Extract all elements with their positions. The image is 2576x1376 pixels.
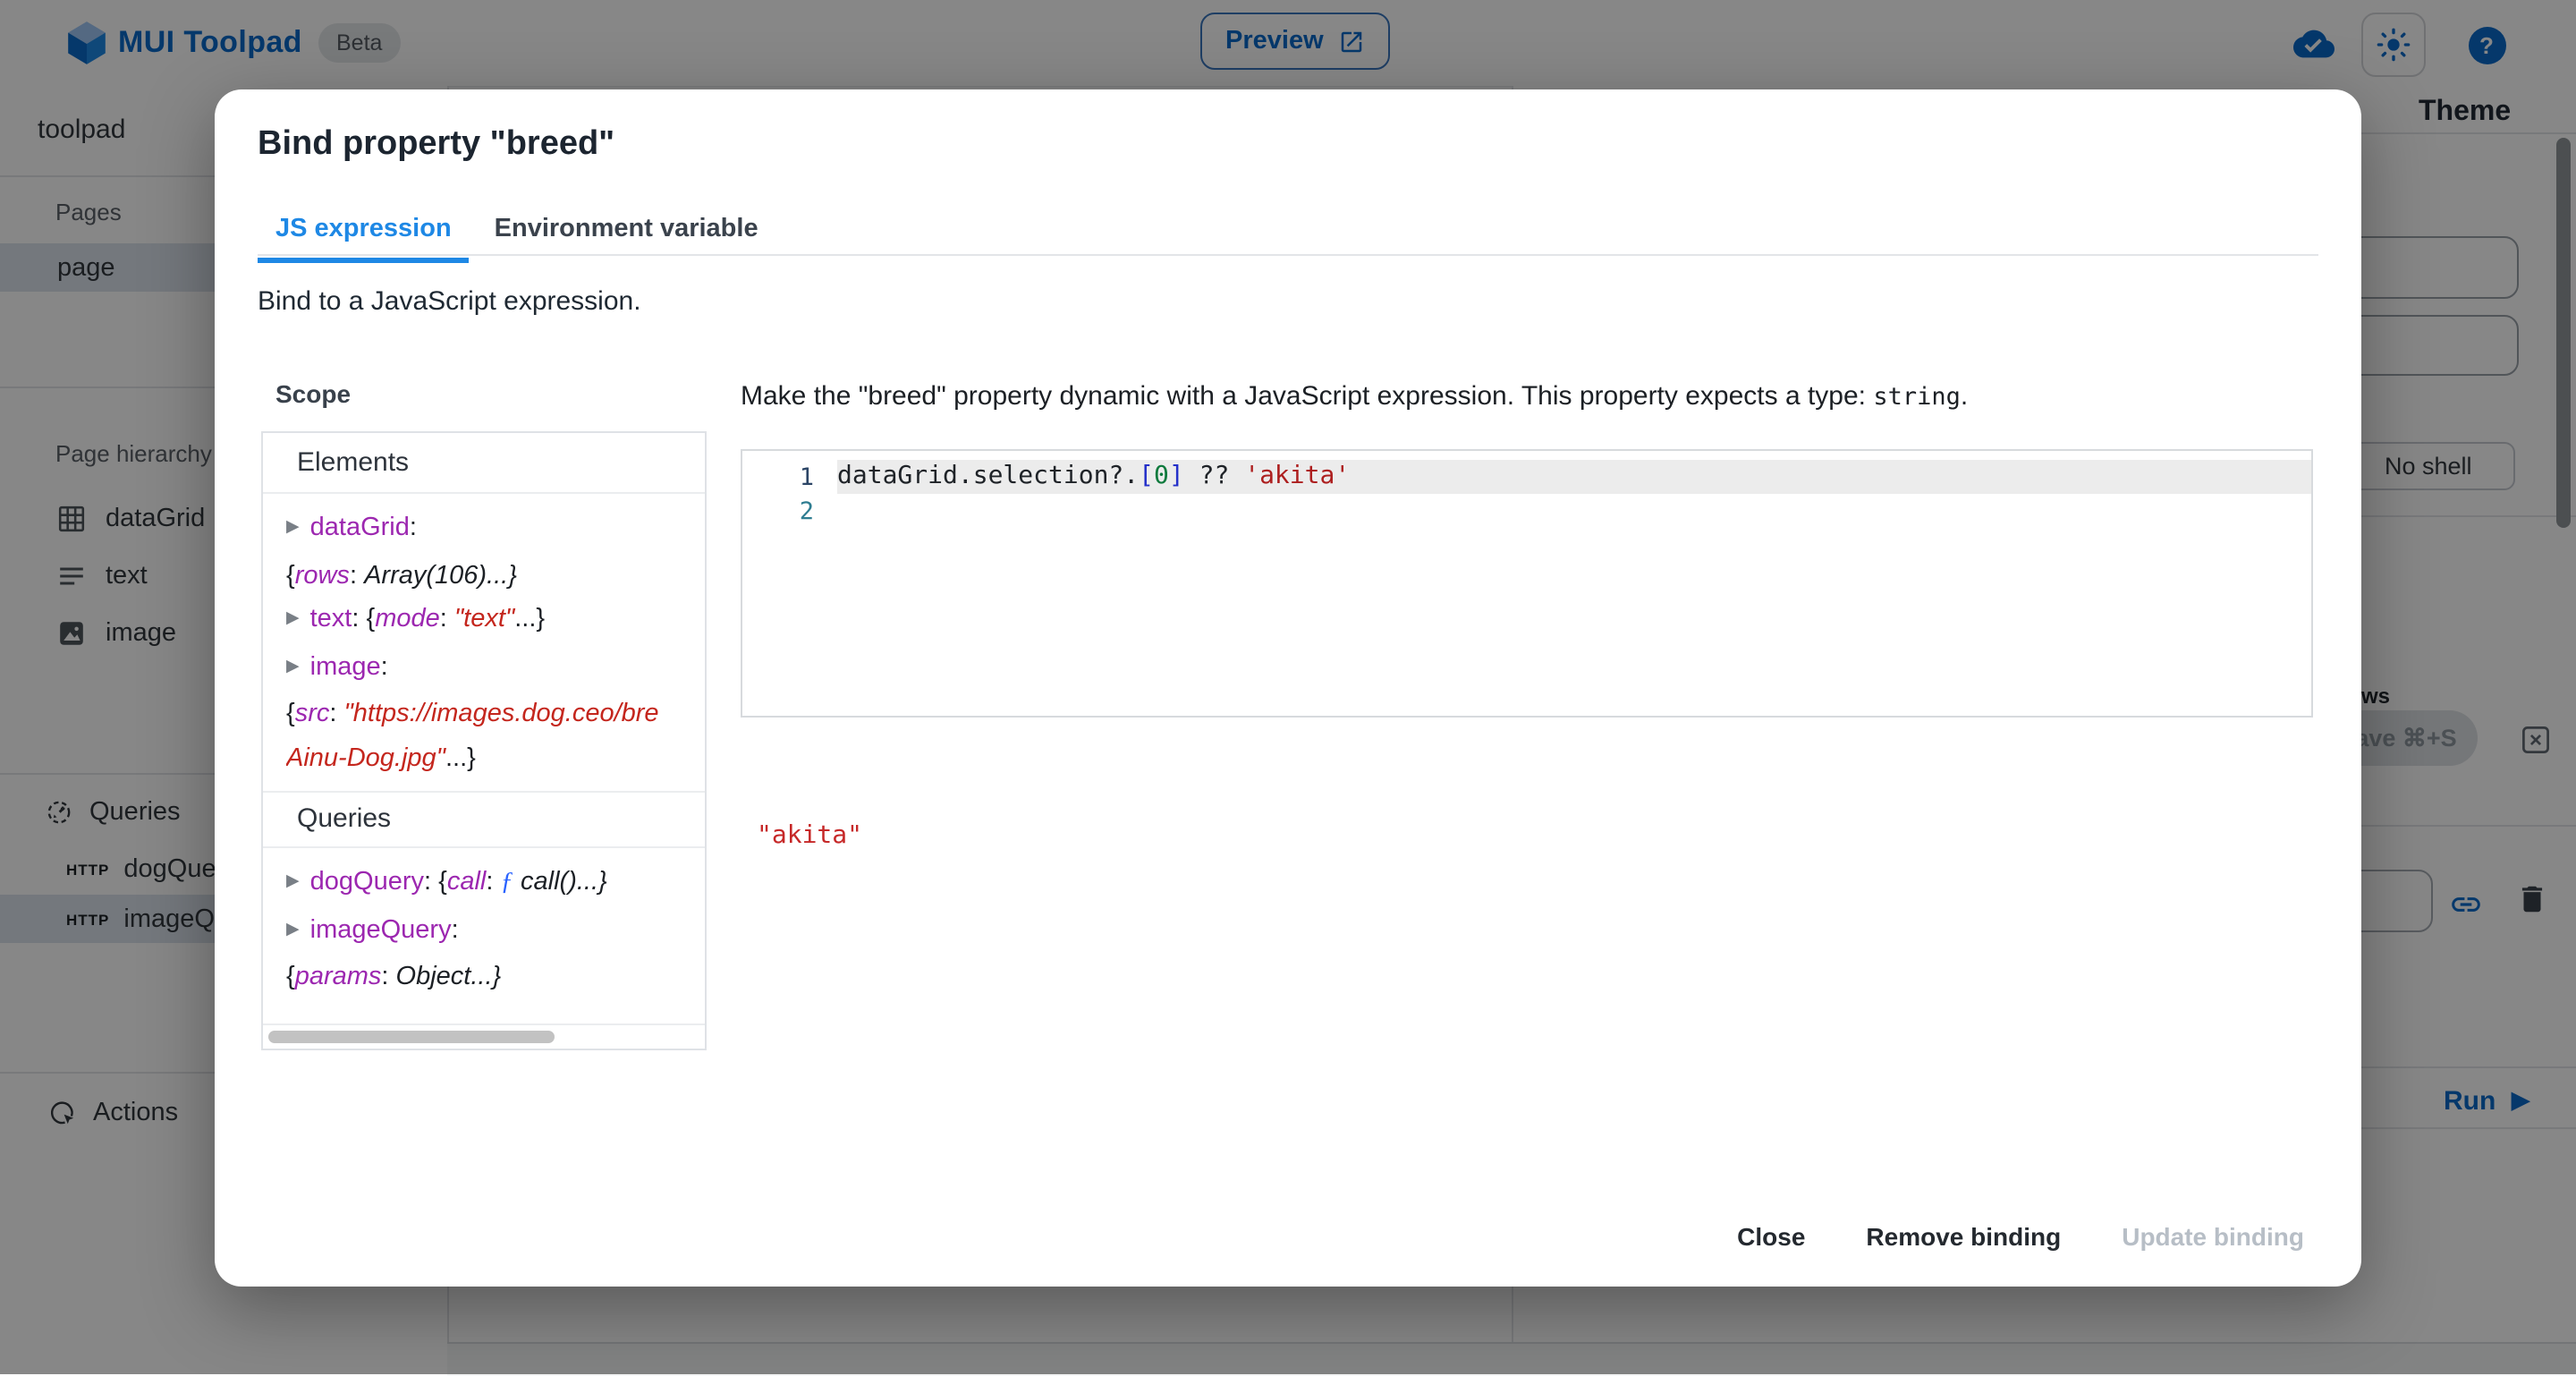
tree-prop: params [295,963,382,991]
tree-item-image-preview2: Ainu-Dog.jpg"...} [286,736,682,780]
expand-arrow-icon[interactable]: ▶ [286,506,300,550]
tree-key: dogQuery [310,868,424,896]
tree-value: call()...} [513,868,607,896]
tree-item-text[interactable]: ▶ text: {mode: "text"...} [286,598,682,645]
code-token: [ [1139,462,1154,490]
remove-binding-button[interactable]: Remove binding [1841,1206,2086,1267]
tree-key: image [310,652,381,681]
function-glyph: ƒ [500,868,513,896]
tree-punct: : [329,700,343,728]
code-token: 0 [1154,462,1169,490]
dialog-title: Bind property "breed" [258,125,614,165]
expand-arrow-icon[interactable]: ▶ [286,908,300,952]
line-number: 2 [742,497,837,525]
dialog-description: Bind to a JavaScript expression. [258,286,641,317]
tree-prop: rows [295,561,350,590]
tree-punct: ...} [514,605,545,633]
tree-punct: : { [352,605,375,633]
tree-punct: : [452,915,459,944]
helper-text-pre: Make the "breed" property dynamic with a… [741,381,1873,412]
scope-panel: Elements ▶dataGrid: {rows: Array(106)...… [261,431,707,1050]
code-line[interactable] [837,494,2311,528]
tree-prop: mode [375,605,440,633]
expected-type: string [1873,383,1961,412]
tree-key: imageQuery [310,915,452,944]
tree-punct: ...} [445,743,476,772]
tree-punct: { [286,963,295,991]
tree-item-imagequery-preview: {params: Object...} [286,956,682,999]
scope-queries-header: Queries [263,791,705,848]
code-token: 'akita' [1244,462,1350,490]
tree-prop: call [447,868,487,896]
tree-item-datagrid[interactable]: ▶ dataGrid: [286,506,682,554]
tree-item-dogquery[interactable]: ▶ dogQuery: {call: ƒ call()...} [286,861,682,908]
expand-arrow-icon[interactable]: ▶ [286,861,300,905]
queries-tree: ▶dogQuery: {call: ƒ call()...} ▶imageQue… [263,848,705,1024]
tree-string: "text" [454,605,514,633]
editor-line-1[interactable]: 1 dataGrid.selection?.[0] ?? 'akita' [742,460,2311,494]
tree-punct: { [286,561,295,590]
elements-tree: ▶dataGrid: {rows: Array(106)...} ▶text: … [263,494,705,791]
expand-arrow-icon[interactable]: ▶ [286,645,300,689]
line-number: 1 [742,463,837,491]
scope-label: Scope [275,379,351,408]
tree-punct: : [381,652,388,681]
tree-punct: : [440,605,454,633]
tree-string: "https://images.dog.ceo/bre [344,700,659,728]
tree-string: Ainu-Dog.jpg" [286,743,445,772]
tree-value: Array(106)...} [364,561,517,590]
tree-key: text [310,605,352,633]
scrollbar-thumb[interactable] [268,1031,555,1043]
code-token: dataGrid.selection?. [837,462,1139,490]
helper-text: Make the "breed" property dynamic with a… [741,381,2351,412]
js-expression-editor[interactable]: 1 dataGrid.selection?.[0] ?? 'akita' 2 [741,449,2313,718]
tree-punct: { [286,700,295,728]
tree-value: Object...} [396,963,502,991]
code-token: ?? [1184,462,1244,490]
update-binding-button[interactable]: Update binding [2097,1206,2329,1267]
elements-header: Elements [263,433,705,494]
tree-punct: : [381,963,395,991]
tree-item-image[interactable]: ▶ image: [286,645,682,692]
tree-item-datagrid-preview: {rows: Array(106)...} [286,554,682,598]
bind-property-dialog: Bind property "breed" JS expression Envi… [215,89,2361,1287]
close-button[interactable]: Close [1712,1206,1830,1267]
tree-punct: : [486,868,500,896]
expand-arrow-icon[interactable]: ▶ [286,598,300,641]
tree-punct: : [350,561,364,590]
tree-punct: : { [424,868,447,896]
editor-line-2[interactable]: 2 [742,494,2311,528]
helper-text-post: . [1961,381,1968,412]
tree-item-image-preview: {src: "https://images.dog.ceo/bre [286,692,682,736]
scope-horizontal-scrollbar[interactable] [263,1024,705,1049]
tree-prop: src [295,700,330,728]
code-line[interactable]: dataGrid.selection?.[0] ?? 'akita' [837,460,2311,494]
expression-result: "akita" [757,821,862,850]
tree-punct: : [410,514,417,542]
tree-item-imagequery[interactable]: ▶ imageQuery: [286,908,682,956]
tree-key: dataGrid [310,514,410,542]
dialog-actions: Close Remove binding Update binding [1712,1204,2329,1269]
code-token: ] [1169,462,1184,490]
